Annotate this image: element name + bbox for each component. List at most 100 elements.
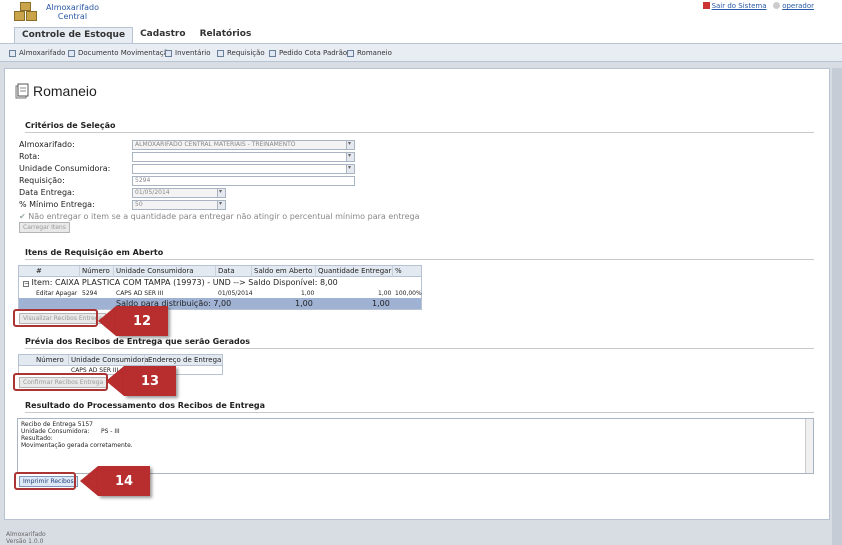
highlight-13 bbox=[13, 373, 108, 391]
user-link[interactable]: operador bbox=[782, 2, 814, 10]
user-icon bbox=[773, 2, 781, 9]
callout-12: 12 bbox=[98, 306, 168, 336]
textarea-scrollbar[interactable] bbox=[805, 419, 813, 473]
calendar-icon[interactable] bbox=[217, 189, 225, 197]
minimo-checkbox-label: Não entregar o item se a quantidade para… bbox=[28, 212, 420, 221]
unidade-label: Unidade Consumidora: bbox=[19, 164, 111, 173]
boxes-logo-icon bbox=[12, 2, 42, 22]
callout-number: 12 bbox=[116, 306, 168, 336]
callout-arrow bbox=[98, 306, 116, 336]
main-panel: Romaneio Critérios de Seleção Almoxarifa… bbox=[4, 68, 830, 520]
unidade-select[interactable] bbox=[132, 164, 355, 174]
toolbar-romaneio[interactable]: Romaneio bbox=[347, 49, 392, 57]
col-divider bbox=[251, 266, 252, 277]
col-divider bbox=[79, 266, 80, 277]
row-actions[interactable]: Editar Apagar bbox=[36, 290, 77, 297]
callout-number: 13 bbox=[124, 366, 176, 396]
callout-arrow bbox=[80, 466, 98, 496]
app-header: Almoxarifado Central Sair do Sistema ope… bbox=[0, 0, 842, 43]
row-pct: 100,00% bbox=[395, 290, 422, 297]
col-hash: # bbox=[36, 267, 42, 275]
tab-cadastro[interactable]: Cadastro bbox=[133, 27, 192, 43]
romaneio-icon bbox=[347, 49, 354, 57]
order-icon bbox=[269, 49, 276, 57]
criteria-section-title: Critérios de Seleção bbox=[25, 121, 116, 130]
almoxarifado-select[interactable]: ALMOXARIFADO CENTRAL MATERIAIS - TREINAM… bbox=[132, 140, 355, 150]
previa-section-title: Prévia dos Recibos de Entrega que serão … bbox=[25, 337, 250, 346]
itens-grid: # Número Unidade Consumidora Data Saldo … bbox=[18, 265, 422, 310]
highlight-12 bbox=[13, 309, 98, 327]
sub-toolbar: Almoxarifado Documento Movimentação Inve… bbox=[0, 43, 842, 62]
highlight-14 bbox=[14, 472, 76, 490]
top-links: Sair do Sistema operador bbox=[702, 2, 814, 10]
page-title: Romaneio bbox=[33, 83, 97, 99]
group-row: − Item: CAIXA PLASTICA COM TAMPA (19973)… bbox=[19, 278, 421, 288]
minimo-checkbox-row: ✔ Não entregar o item se a quantidade pa… bbox=[19, 212, 419, 221]
carregar-itens-button[interactable]: Carregar Itens bbox=[19, 222, 70, 233]
app-name: Almoxarifado Central bbox=[46, 3, 99, 21]
chevron-down-icon[interactable] bbox=[346, 141, 354, 149]
toolbar-almoxarifado[interactable]: Almoxarifado bbox=[9, 49, 65, 57]
previa-col-numero: Número bbox=[36, 356, 64, 364]
previa-divider bbox=[25, 348, 814, 349]
data-entrega-input[interactable]: 01/05/2014 bbox=[132, 188, 226, 198]
chevron-down-icon[interactable] bbox=[346, 153, 354, 161]
tab-controle-estoque[interactable]: Controle de Estoque bbox=[14, 27, 134, 43]
col-numero: Número bbox=[82, 267, 110, 275]
itens-divider bbox=[25, 259, 814, 260]
app-name-line1: Almoxarifado bbox=[46, 3, 99, 12]
result-line: Movimentação gerada corretamente. bbox=[21, 442, 133, 449]
minimo-checkbox[interactable]: ✔ bbox=[19, 212, 26, 221]
spinner-icon[interactable] bbox=[217, 201, 225, 209]
logout-icon bbox=[702, 2, 710, 9]
previa-col-endereco: Endereço de Entrega bbox=[148, 356, 222, 364]
toolbar-label: Requisição bbox=[227, 49, 265, 57]
row-saldo: 1,00 bbox=[301, 290, 315, 297]
col-divider bbox=[68, 355, 69, 366]
data-entrega-value: 01/05/2014 bbox=[135, 189, 170, 196]
result-line: Unidade Consumidora: PS - III bbox=[21, 428, 120, 435]
resultado-divider bbox=[25, 412, 814, 413]
collapse-icon[interactable]: − bbox=[23, 281, 29, 287]
col-divider bbox=[113, 266, 114, 277]
toolbar-requisicao[interactable]: Requisição bbox=[217, 49, 265, 57]
minimo-entrega-label: % Mínimo Entrega: bbox=[19, 200, 95, 209]
col-saldo: Saldo em Aberto bbox=[254, 267, 313, 275]
itens-section-title: Itens de Requisição em Aberto bbox=[25, 248, 164, 257]
page-scrollbar[interactable] bbox=[832, 68, 842, 545]
summary-saldo: 1,00 bbox=[295, 299, 313, 308]
col-data: Data bbox=[218, 267, 235, 275]
table-row: Editar Apagar 5294 CAPS AD SER III 01/05… bbox=[19, 289, 422, 298]
tab-relatorios[interactable]: Relatórios bbox=[193, 27, 259, 43]
toolbar-pedido-cota-padrao[interactable]: Pedido Cota Padrão bbox=[269, 49, 347, 57]
callout-14: 14 bbox=[80, 466, 150, 496]
footer: Almoxarifado Versão 1.0.0 bbox=[6, 531, 46, 545]
callout-number: 14 bbox=[98, 466, 150, 496]
minimo-entrega-input[interactable]: 50 bbox=[132, 200, 226, 210]
row-unidade: CAPS AD SER III bbox=[116, 290, 164, 297]
criteria-divider bbox=[25, 132, 814, 133]
footer-app: Almoxarifado bbox=[6, 531, 46, 538]
summary-row: Saldo para distribuição: 7,00 1,00 1,00 bbox=[19, 298, 421, 309]
requisicao-label: Requisição: bbox=[19, 176, 65, 185]
toolbar-documento-movimentacao[interactable]: Documento Movimentação bbox=[68, 49, 172, 57]
summary-quantidade: 1,00 bbox=[372, 299, 390, 308]
result-line: Resultado: bbox=[21, 435, 53, 442]
group-row-text: Item: CAIXA PLASTICA COM TAMPA (19973) -… bbox=[31, 278, 338, 287]
toolbar-label: Almoxarifado bbox=[19, 49, 66, 57]
toolbar-inventario[interactable]: Inventário bbox=[165, 49, 211, 57]
col-divider bbox=[315, 266, 316, 277]
requisicao-input[interactable]: 5294 bbox=[132, 176, 355, 186]
footer-version: Versão 1.0.0 bbox=[6, 538, 44, 545]
document-icon bbox=[68, 49, 75, 57]
requisition-icon bbox=[217, 49, 224, 57]
data-entrega-label: Data Entrega: bbox=[19, 188, 75, 197]
romaneio-page-icon bbox=[15, 83, 29, 99]
minimo-entrega-value: 50 bbox=[135, 201, 143, 208]
chevron-down-icon[interactable] bbox=[346, 165, 354, 173]
main-tabs: Controle de Estoque Cadastro Relatórios bbox=[14, 27, 258, 43]
logout-link[interactable]: Sair do Sistema bbox=[712, 2, 767, 10]
rota-select[interactable] bbox=[132, 152, 355, 162]
app-name-line2: Central bbox=[57, 12, 88, 21]
inventory-icon bbox=[165, 49, 172, 57]
